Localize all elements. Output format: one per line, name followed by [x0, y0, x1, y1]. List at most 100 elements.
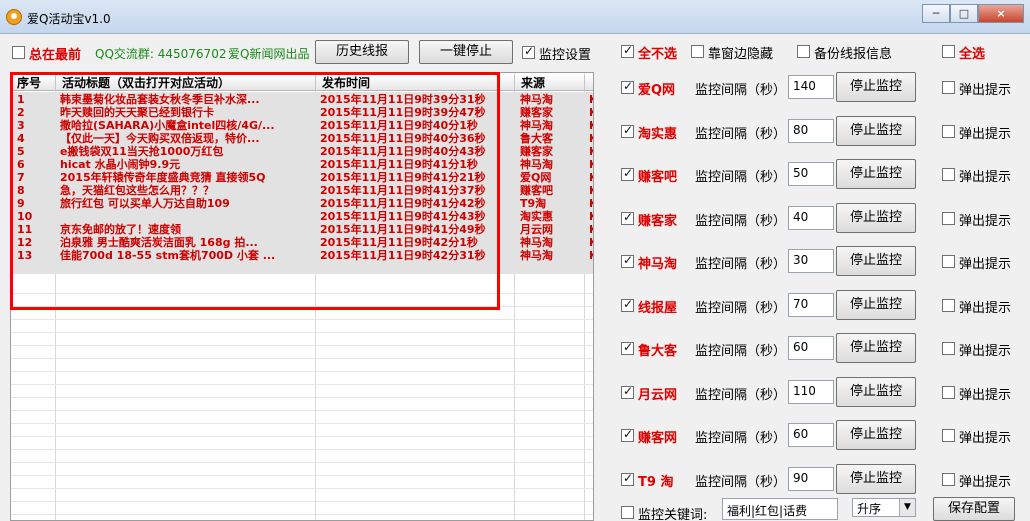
table-row[interactable]: 10 2015年11月11日9时41分43秒 淘实惠 K — [11, 210, 593, 223]
header-title[interactable]: 活动标题（双击打开对应活动） — [56, 75, 316, 91]
stop-monitor-button[interactable]: 停止监控 — [836, 115, 916, 146]
popup-checkbox[interactable] — [942, 124, 955, 138]
cell-title: 韩束墨菊化妆品套装女秋冬季巨补水深... — [60, 93, 260, 106]
popup-checkbox[interactable] — [942, 168, 955, 181]
backup-checkbox[interactable] — [797, 45, 810, 58]
stop-monitor-button[interactable]: 停止监控 — [836, 289, 916, 320]
site-checkbox[interactable] — [621, 253, 634, 268]
popup-checkbox[interactable] — [942, 429, 955, 442]
stop-monitor-button[interactable]: 停止监控 — [836, 72, 916, 102]
close-button[interactable]: × — [978, 4, 1024, 23]
cell-source: 神马淘 — [520, 236, 553, 249]
grid-line — [11, 488, 593, 489]
popup-checkbox[interactable] — [942, 298, 955, 312]
table-row[interactable]: 1 韩束墨菊化妆品套装女秋冬季巨补水深... 2015年11月11日9时39分31秒… — [11, 93, 593, 106]
select-none-checkbox[interactable] — [621, 43, 634, 58]
interval-input[interactable]: 140 — [788, 75, 834, 99]
popup-label: 弹出提示 — [959, 170, 1012, 185]
stop-monitor-button[interactable]: 停止监控 — [836, 420, 916, 450]
table-row[interactable]: 2 昨天赎回的天天聚已经到银行卡 2015年11月11日9时39分47秒 赚客家 K — [11, 106, 593, 119]
interval-input[interactable]: 40 — [788, 205, 834, 230]
table-row[interactable]: 11 京东免邮的放了！速度领 2015年11月11日9时41分49秒 月云网 K — [11, 223, 593, 236]
interval-input[interactable]: 30 — [788, 249, 834, 273]
interval-label: 监控间隔（秒） — [695, 344, 787, 359]
interval-input[interactable]: 70 — [788, 292, 834, 317]
stop-monitor-button[interactable]: 停止监控 — [836, 463, 916, 494]
minimize-button[interactable]: ─ — [922, 4, 950, 23]
table-row[interactable]: 4 【仅此一天】今天购买双倍返现，特价... 2015年11月11日9时40分36秒… — [11, 132, 593, 145]
activity-table[interactable]: 序号 活动标题（双击打开对应活动） 发布时间 来源 1 韩束墨菊化妆品套装女秋冬季… — [10, 72, 594, 521]
grid-line — [11, 384, 593, 385]
cell-title: 急，天猫红包这些怎么用？？？ — [60, 184, 214, 197]
cell-time: 2015年11月11日9时41分37秒 — [320, 184, 486, 197]
cell-title: 佳能700d 18-55 stm套机700D 小套 ... — [60, 249, 276, 262]
popup-checkbox[interactable] — [942, 342, 955, 355]
stop-monitor-button[interactable]: 停止监控 — [836, 202, 916, 233]
site-checkbox[interactable] — [621, 340, 634, 355]
popup-checkbox[interactable] — [942, 255, 955, 268]
site-checkbox[interactable] — [621, 384, 634, 399]
stop-all-button[interactable]: 一键停止 — [419, 40, 513, 64]
table-row[interactable]: 7 2015年轩辕传奇年度盛典竞猜 直接领5Q 2015年11月11日9时41分21… — [11, 171, 593, 184]
cell-source: 月云网 — [520, 223, 553, 236]
sort-select[interactable]: 升序 ▼ — [852, 498, 916, 517]
chevron-down-icon[interactable]: ▼ — [899, 499, 915, 516]
cell-source: 淘实惠 — [520, 210, 553, 223]
site-name: 淘实惠 — [638, 126, 678, 142]
cell-index: 11 — [17, 223, 33, 236]
maximize-button[interactable]: □ — [950, 4, 978, 23]
popup-label: 弹出提示 — [959, 387, 1012, 403]
interval-input[interactable]: 80 — [788, 118, 834, 143]
keyword-monitor-checkbox[interactable] — [621, 506, 634, 519]
popup-checkbox[interactable] — [942, 385, 955, 399]
keyword-input[interactable]: 福利|红包|话费 — [722, 498, 838, 520]
site-checkbox[interactable] — [621, 166, 634, 181]
grid-line — [11, 436, 593, 437]
cell-index: 10 — [17, 210, 33, 223]
site-name: 神马淘 — [638, 257, 678, 272]
table-row[interactable]: 9 旅行红包 可以买单人万达自助109 2015年11月11日9时41分42秒 T9淘… — [11, 197, 593, 210]
header-index[interactable]: 序号 — [11, 75, 56, 91]
table-row[interactable]: 3 撒哈拉(SAHARA)小魔盒intel四核/4G/... 2015年11月11日… — [11, 119, 593, 132]
table-row[interactable]: 5 e搬钱袋双11当天抢1000万红包 2015年11月11日9时40分43秒 赚客家… — [11, 145, 593, 158]
stop-monitor-button[interactable]: 停止监控 — [836, 246, 916, 276]
cell-source: 爱Q网 — [520, 171, 552, 184]
site-checkbox[interactable] — [621, 427, 634, 442]
table-row[interactable]: 8 急，天猫红包这些怎么用？？？ 2015年11月11日9时41分37秒 赚客吧 K — [11, 184, 593, 197]
dock-hide-checkbox[interactable] — [691, 45, 704, 58]
site-checkbox[interactable] — [621, 210, 634, 225]
header-time[interactable]: 发布时间 — [316, 75, 515, 91]
stop-monitor-button[interactable]: 停止监控 — [836, 333, 916, 363]
stop-monitor-button[interactable]: 停止监控 — [836, 159, 916, 189]
table-row[interactable]: 13 佳能700d 18-55 stm套机700D 小套 ... 2015年11月1… — [11, 249, 593, 262]
grid-line — [11, 449, 593, 450]
table-row[interactable]: 6 hicat 水晶小闹钟9.9元 2015年11月11日9时41分1秒 神马淘 K — [11, 158, 593, 171]
interval-input[interactable]: 90 — [788, 466, 834, 491]
cell-extra: K — [589, 184, 593, 197]
cell-extra: K — [589, 132, 593, 145]
popup-checkbox[interactable] — [942, 472, 955, 486]
save-config-button[interactable]: 保存配置 — [933, 497, 1015, 521]
select-all-checkbox[interactable] — [942, 45, 955, 58]
backup-label: 备份线报信息 — [814, 47, 893, 62]
table-row[interactable]: 12 泊泉雅 男士酷爽活炭洁面乳 168g 拍... 2015年11月11日9时42… — [11, 236, 593, 249]
site-checkbox[interactable] — [621, 297, 634, 312]
site-checkbox[interactable] — [621, 123, 634, 138]
interval-input[interactable]: 50 — [788, 162, 834, 186]
cell-source: 神马淘 — [520, 158, 553, 171]
site-checkbox[interactable] — [621, 79, 634, 94]
interval-input[interactable]: 60 — [788, 423, 834, 447]
cell-source: 神马淘 — [520, 249, 553, 262]
header-source[interactable]: 来源 — [515, 75, 585, 91]
popup-checkbox[interactable] — [942, 81, 955, 94]
site-checkbox[interactable] — [621, 471, 634, 486]
title-bar[interactable]: 爱Q活动宝v1.0 ─ □ × — [0, 0, 1030, 34]
popup-checkbox[interactable] — [942, 211, 955, 225]
monitor-settings-checkbox[interactable] — [522, 44, 535, 59]
history-button[interactable]: 历史线报 — [315, 40, 409, 64]
interval-input[interactable]: 60 — [788, 336, 834, 360]
always-on-top-checkbox[interactable] — [12, 46, 25, 59]
cell-time: 2015年11月11日9时42分1秒 — [320, 236, 478, 249]
stop-monitor-button[interactable]: 停止监控 — [836, 376, 916, 407]
interval-input[interactable]: 110 — [788, 379, 834, 404]
